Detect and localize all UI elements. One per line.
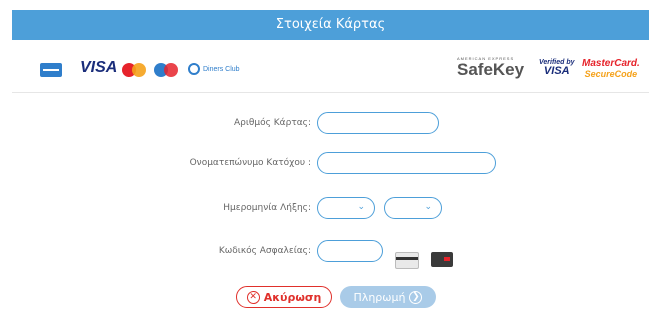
arrow-right-icon: ❯: [409, 290, 423, 304]
verified-by-visa-logo-icon: Verified by VISA: [539, 59, 575, 77]
payment-card-form: Στοιχεία Κάρτας VISA Diners Club AMERICA…: [0, 0, 661, 320]
chevron-down-icon: ⌄: [357, 202, 365, 212]
mastercard-securecode-logo-icon: MasterCard. SecureCode: [582, 58, 640, 79]
amex-safekey-logo-icon: AMERICAN EXPRESS SafeKey: [457, 56, 525, 79]
form-title: Στοιχεία Κάρτας: [275, 17, 386, 32]
maestro-logo-icon: [154, 63, 178, 77]
diners-club-logo-icon: Diners Club: [188, 63, 240, 75]
pay-button[interactable]: Πληρωμή ❯: [340, 286, 436, 308]
visa-logo-icon: VISA: [80, 59, 118, 76]
cvv-input[interactable]: [317, 240, 383, 262]
card-number-input[interactable]: [317, 112, 439, 134]
card-logos-row: VISA Diners Club AMERICAN EXPRESS SafeKe…: [12, 50, 649, 93]
close-icon: ✕: [246, 290, 260, 304]
cardholder-label: Ονοματεπώνυμο Κατόχου :: [189, 158, 311, 168]
cardholder-row: Ονοματεπώνυμο Κατόχου :: [0, 150, 661, 180]
card-number-row: Αριθμός Κάρτας:: [0, 110, 661, 140]
amex-logo-icon: [40, 63, 62, 77]
mastercard-logo-icon: [122, 63, 146, 77]
cardholder-input[interactable]: [317, 152, 496, 174]
expiry-label: Ημερομηνία Λήξης:: [223, 203, 311, 213]
cvv-row: Κωδικός Ασφαλείας:: [0, 238, 661, 269]
expiry-row: Ημερομηνία Λήξης: ⌄ ⌄: [0, 195, 661, 225]
form-header: Στοιχεία Κάρτας: [12, 10, 649, 40]
cancel-button[interactable]: ✕ Ακύρωση: [236, 286, 332, 308]
card-number-label: Αριθμός Κάρτας:: [233, 118, 311, 128]
chevron-down-icon: ⌄: [424, 202, 432, 212]
expiry-month-select[interactable]: ⌄: [317, 197, 375, 219]
expiry-year-select[interactable]: ⌄: [384, 197, 442, 219]
cvv-label: Κωδικός Ασφαλείας:: [218, 246, 311, 256]
